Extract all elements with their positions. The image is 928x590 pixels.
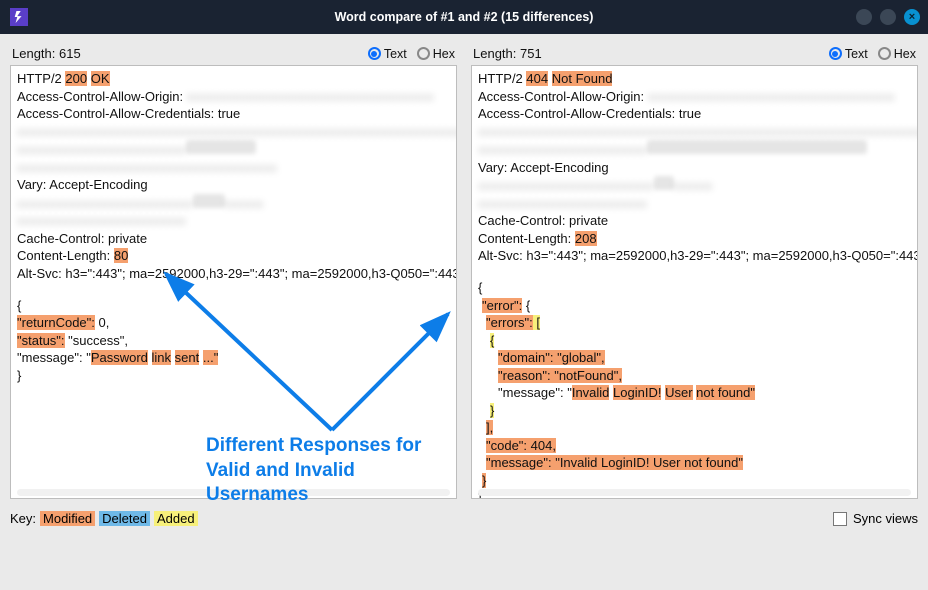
key-added: Added	[154, 511, 198, 526]
redacted-text: xxxxxxxxxxxxxxxxxxxxxxxxxxxxxxxxxxxxxx	[187, 89, 434, 104]
diff-key-legend: Key: Modified Deleted Added	[10, 511, 198, 526]
content-length-value: 208	[575, 231, 597, 246]
response-pane-right[interactable]: HTTP/2 404 Not Found Access-Control-Allo…	[471, 65, 918, 499]
header-cache: Cache-Control: private	[478, 212, 911, 230]
annotation-label: Different Responses for Valid and Invali…	[206, 434, 436, 508]
status-code: 404	[526, 71, 548, 86]
header-content-length: Content-Length:	[478, 231, 575, 246]
header-altsvc: Alt-Svc: h3=":443"; ma=2592000,h3-29=":4…	[478, 247, 911, 265]
json-brace: }	[482, 473, 486, 488]
json-line: "reason": "notFound",	[498, 368, 622, 383]
app-body: Length: 615 Text Hex Length: 751 Text	[0, 34, 928, 590]
header-acao: Access-Control-Allow-Origin:	[17, 89, 183, 104]
redacted-row: xxxxxxxxxxxxxxxxxxxxxxxxxxxxxxxxxxxxxxxx…	[17, 140, 450, 176]
sync-views-checkbox[interactable]: Sync views	[833, 511, 918, 526]
content-length-value: 80	[114, 248, 128, 263]
json-brace: {	[478, 279, 911, 297]
json-key: "errors":	[486, 315, 533, 330]
json-key: "message":	[17, 350, 83, 365]
key-label: Key:	[10, 511, 36, 526]
pane-header-right: Length: 751 Text Hex	[471, 46, 918, 61]
json-line: "message": "Invalid LoginID! User not fo…	[486, 455, 743, 470]
redacted-row: xxxxxxxxxxxxxxxxxxxxxxxxxxxxxxxxx	[478, 176, 911, 195]
json-line: "domain": "global",	[498, 350, 605, 365]
window-buttons: ×	[856, 9, 920, 25]
json-brace: }	[17, 367, 450, 385]
json-key: "status":	[17, 333, 65, 348]
status-text: Not Found	[552, 71, 613, 86]
redacted-highlight	[647, 140, 867, 154]
json-brace: {	[17, 297, 450, 315]
redacted-row: xxxxxxxxxxxxxxxxxxxxxxxxxx	[17, 212, 450, 230]
redacted-row: xxxxxxxxxxxxxxxxxxxxxxxxxxxxxxxxxxxxxxxx…	[478, 123, 911, 141]
http-version: HTTP/2	[17, 71, 65, 86]
key-modified: Modified	[40, 511, 95, 526]
json-brace: }	[490, 403, 494, 418]
checkbox-icon	[833, 512, 847, 526]
radio-circle-icon	[878, 47, 891, 60]
radio-circle-icon	[829, 47, 842, 60]
header-acac: Access-Control-Allow-Credentials: true	[17, 105, 450, 123]
json-brace: {	[490, 333, 494, 348]
json-key: "error":	[482, 298, 522, 313]
scrollbar-horizontal[interactable]	[478, 489, 911, 496]
key-deleted: Deleted	[99, 511, 150, 526]
json-line: "code": 404,	[486, 438, 556, 453]
header-vary: Vary: Accept-Encoding	[478, 159, 911, 177]
header-acao: Access-Control-Allow-Origin:	[478, 89, 644, 104]
length-label-left: Length: 615	[12, 46, 81, 61]
radio-circle-icon	[417, 47, 430, 60]
pane-header-left: Length: 615 Text Hex	[10, 46, 457, 61]
http-version: HTTP/2	[478, 71, 526, 86]
window-title: Word compare of #1 and #2 (15 difference…	[335, 10, 594, 24]
length-label-right: Length: 751	[473, 46, 542, 61]
status-code: 200	[65, 71, 87, 86]
json-key: "returnCode":	[17, 315, 95, 330]
redacted-highlight	[186, 140, 256, 154]
redacted-row: xxxxxxxxxxxxxxxxxxxxxxxxxxxxxxxxx	[17, 194, 450, 213]
status-text: OK	[91, 71, 110, 86]
header-content-length: Content-Length:	[17, 248, 114, 263]
view-text-radio-right[interactable]: Text	[829, 47, 868, 61]
footer: Key: Modified Deleted Added Sync views	[10, 511, 918, 526]
header-vary: Vary: Accept-Encoding	[17, 176, 450, 194]
redacted-row: xxxxxxxxxxxxxxxxxxxxxxxxxx	[478, 195, 911, 213]
close-button[interactable]: ×	[904, 9, 920, 25]
redacted-row: xxxxxxxxxxxxxxxxxxxxxxxxxxxxxxxxxxxxxxxx…	[17, 123, 450, 141]
header-altsvc: Alt-Svc: h3=":443"; ma=2592000,h3-29=":4…	[17, 265, 450, 283]
header-acac: Access-Control-Allow-Credentials: true	[478, 105, 911, 123]
view-hex-radio-right[interactable]: Hex	[878, 47, 916, 61]
minimize-button[interactable]	[856, 9, 872, 25]
titlebar[interactable]: Word compare of #1 and #2 (15 difference…	[0, 0, 928, 34]
view-hex-radio-left[interactable]: Hex	[417, 47, 455, 61]
header-cache: Cache-Control: private	[17, 230, 450, 248]
app-icon	[10, 8, 28, 26]
maximize-button[interactable]	[880, 9, 896, 25]
redacted-text: xxxxxxxxxxxxxxxxxxxxxxxxxxxxxxxxxxxxxx	[648, 89, 895, 104]
radio-circle-icon	[368, 47, 381, 60]
view-text-radio-left[interactable]: Text	[368, 47, 407, 61]
redacted-row: xxxxxxxxxxxxxxxxxxxxxxxxxx	[478, 140, 911, 159]
